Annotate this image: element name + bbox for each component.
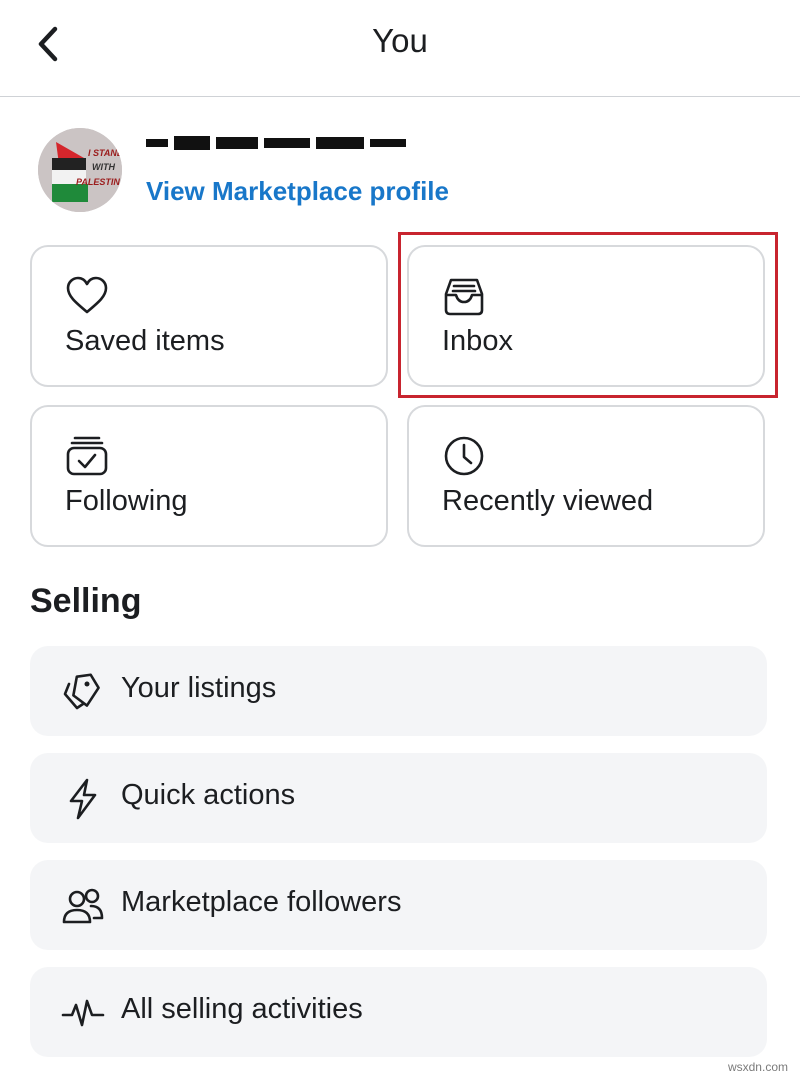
- row-label: All selling activities: [121, 993, 363, 1025]
- tag-icon: [63, 673, 100, 710]
- clock-icon: [444, 436, 484, 476]
- svg-text:WITH: WITH: [92, 162, 115, 172]
- watermark: wsxdn.com: [727, 1060, 788, 1074]
- profile-name-redacted: [146, 128, 406, 158]
- following-icon: [66, 436, 108, 476]
- lightning-icon: [69, 778, 97, 820]
- svg-text:I STAND: I STAND: [88, 148, 122, 158]
- card-label: Inbox: [442, 325, 513, 357]
- all-selling-activities-row[interactable]: All selling activities: [30, 967, 767, 1057]
- inbox-card[interactable]: Inbox: [407, 245, 765, 387]
- view-marketplace-profile-link[interactable]: View Marketplace profile: [146, 176, 449, 207]
- quick-actions-row[interactable]: Quick actions: [30, 753, 767, 843]
- heart-icon: [66, 276, 108, 314]
- row-label: Marketplace followers: [121, 886, 402, 918]
- following-card[interactable]: Following: [30, 405, 388, 547]
- avatar[interactable]: I STAND WITH PALESTINE: [38, 128, 122, 212]
- card-label: Saved items: [65, 325, 225, 357]
- people-icon: [62, 888, 104, 924]
- row-label: Quick actions: [121, 779, 296, 811]
- card-label: Recently viewed: [442, 485, 654, 517]
- inbox-icon: [444, 278, 484, 316]
- svg-text:PALESTINE: PALESTINE: [76, 177, 122, 187]
- recently-viewed-card[interactable]: Recently viewed: [407, 405, 765, 547]
- your-listings-row[interactable]: Your listings: [30, 646, 767, 736]
- profile-section: I STAND WITH PALESTINE View Marketplace …: [38, 128, 778, 214]
- activity-icon: [61, 999, 105, 1027]
- row-label: Your listings: [121, 672, 277, 704]
- top-bar: You: [0, 0, 800, 97]
- page-title: You: [372, 22, 428, 59]
- marketplace-followers-row[interactable]: Marketplace followers: [30, 860, 767, 950]
- saved-items-card[interactable]: Saved items: [30, 245, 388, 387]
- card-label: Following: [65, 485, 188, 517]
- selling-section-title: Selling: [30, 582, 142, 620]
